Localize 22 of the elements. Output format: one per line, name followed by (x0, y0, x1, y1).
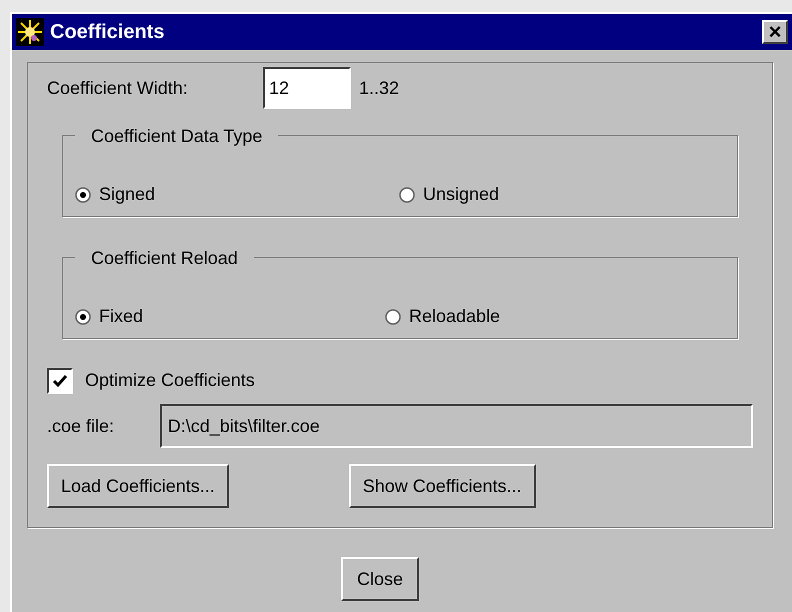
sparkle-icon (16, 18, 44, 46)
radio-label: Unsigned (423, 183, 500, 206)
action-button[interactable]: Load Coefficients... (47, 464, 229, 508)
action-button[interactable]: Show Coefficients... (348, 464, 536, 508)
coefficient-width-label: Coefficient Width: (47, 76, 189, 100)
close-button[interactable]: × (762, 20, 788, 44)
radio-label: Reloadable (409, 305, 500, 328)
range-hint: 1..32 (359, 76, 400, 100)
coe-file-label: .coe file: (47, 414, 116, 438)
checkmark-icon (52, 372, 68, 388)
close-dialog-button[interactable]: Close (340, 557, 420, 601)
checkbox-label: Optimize Coefficients (85, 369, 255, 392)
radio-button[interactable] (75, 186, 91, 202)
coe-file-field[interactable]: D:\cd_bits\filter.coe (160, 404, 753, 448)
radio-button[interactable] (399, 186, 415, 202)
radio-label: Signed (99, 183, 156, 206)
coefficient-width-field[interactable]: 12 (263, 67, 351, 109)
radio-button[interactable] (385, 308, 401, 324)
window-title: Coefficients (50, 20, 164, 45)
radio-button[interactable] (75, 308, 91, 324)
optimize-checkbox[interactable] (47, 368, 73, 394)
radio-label: Fixed (99, 305, 144, 328)
